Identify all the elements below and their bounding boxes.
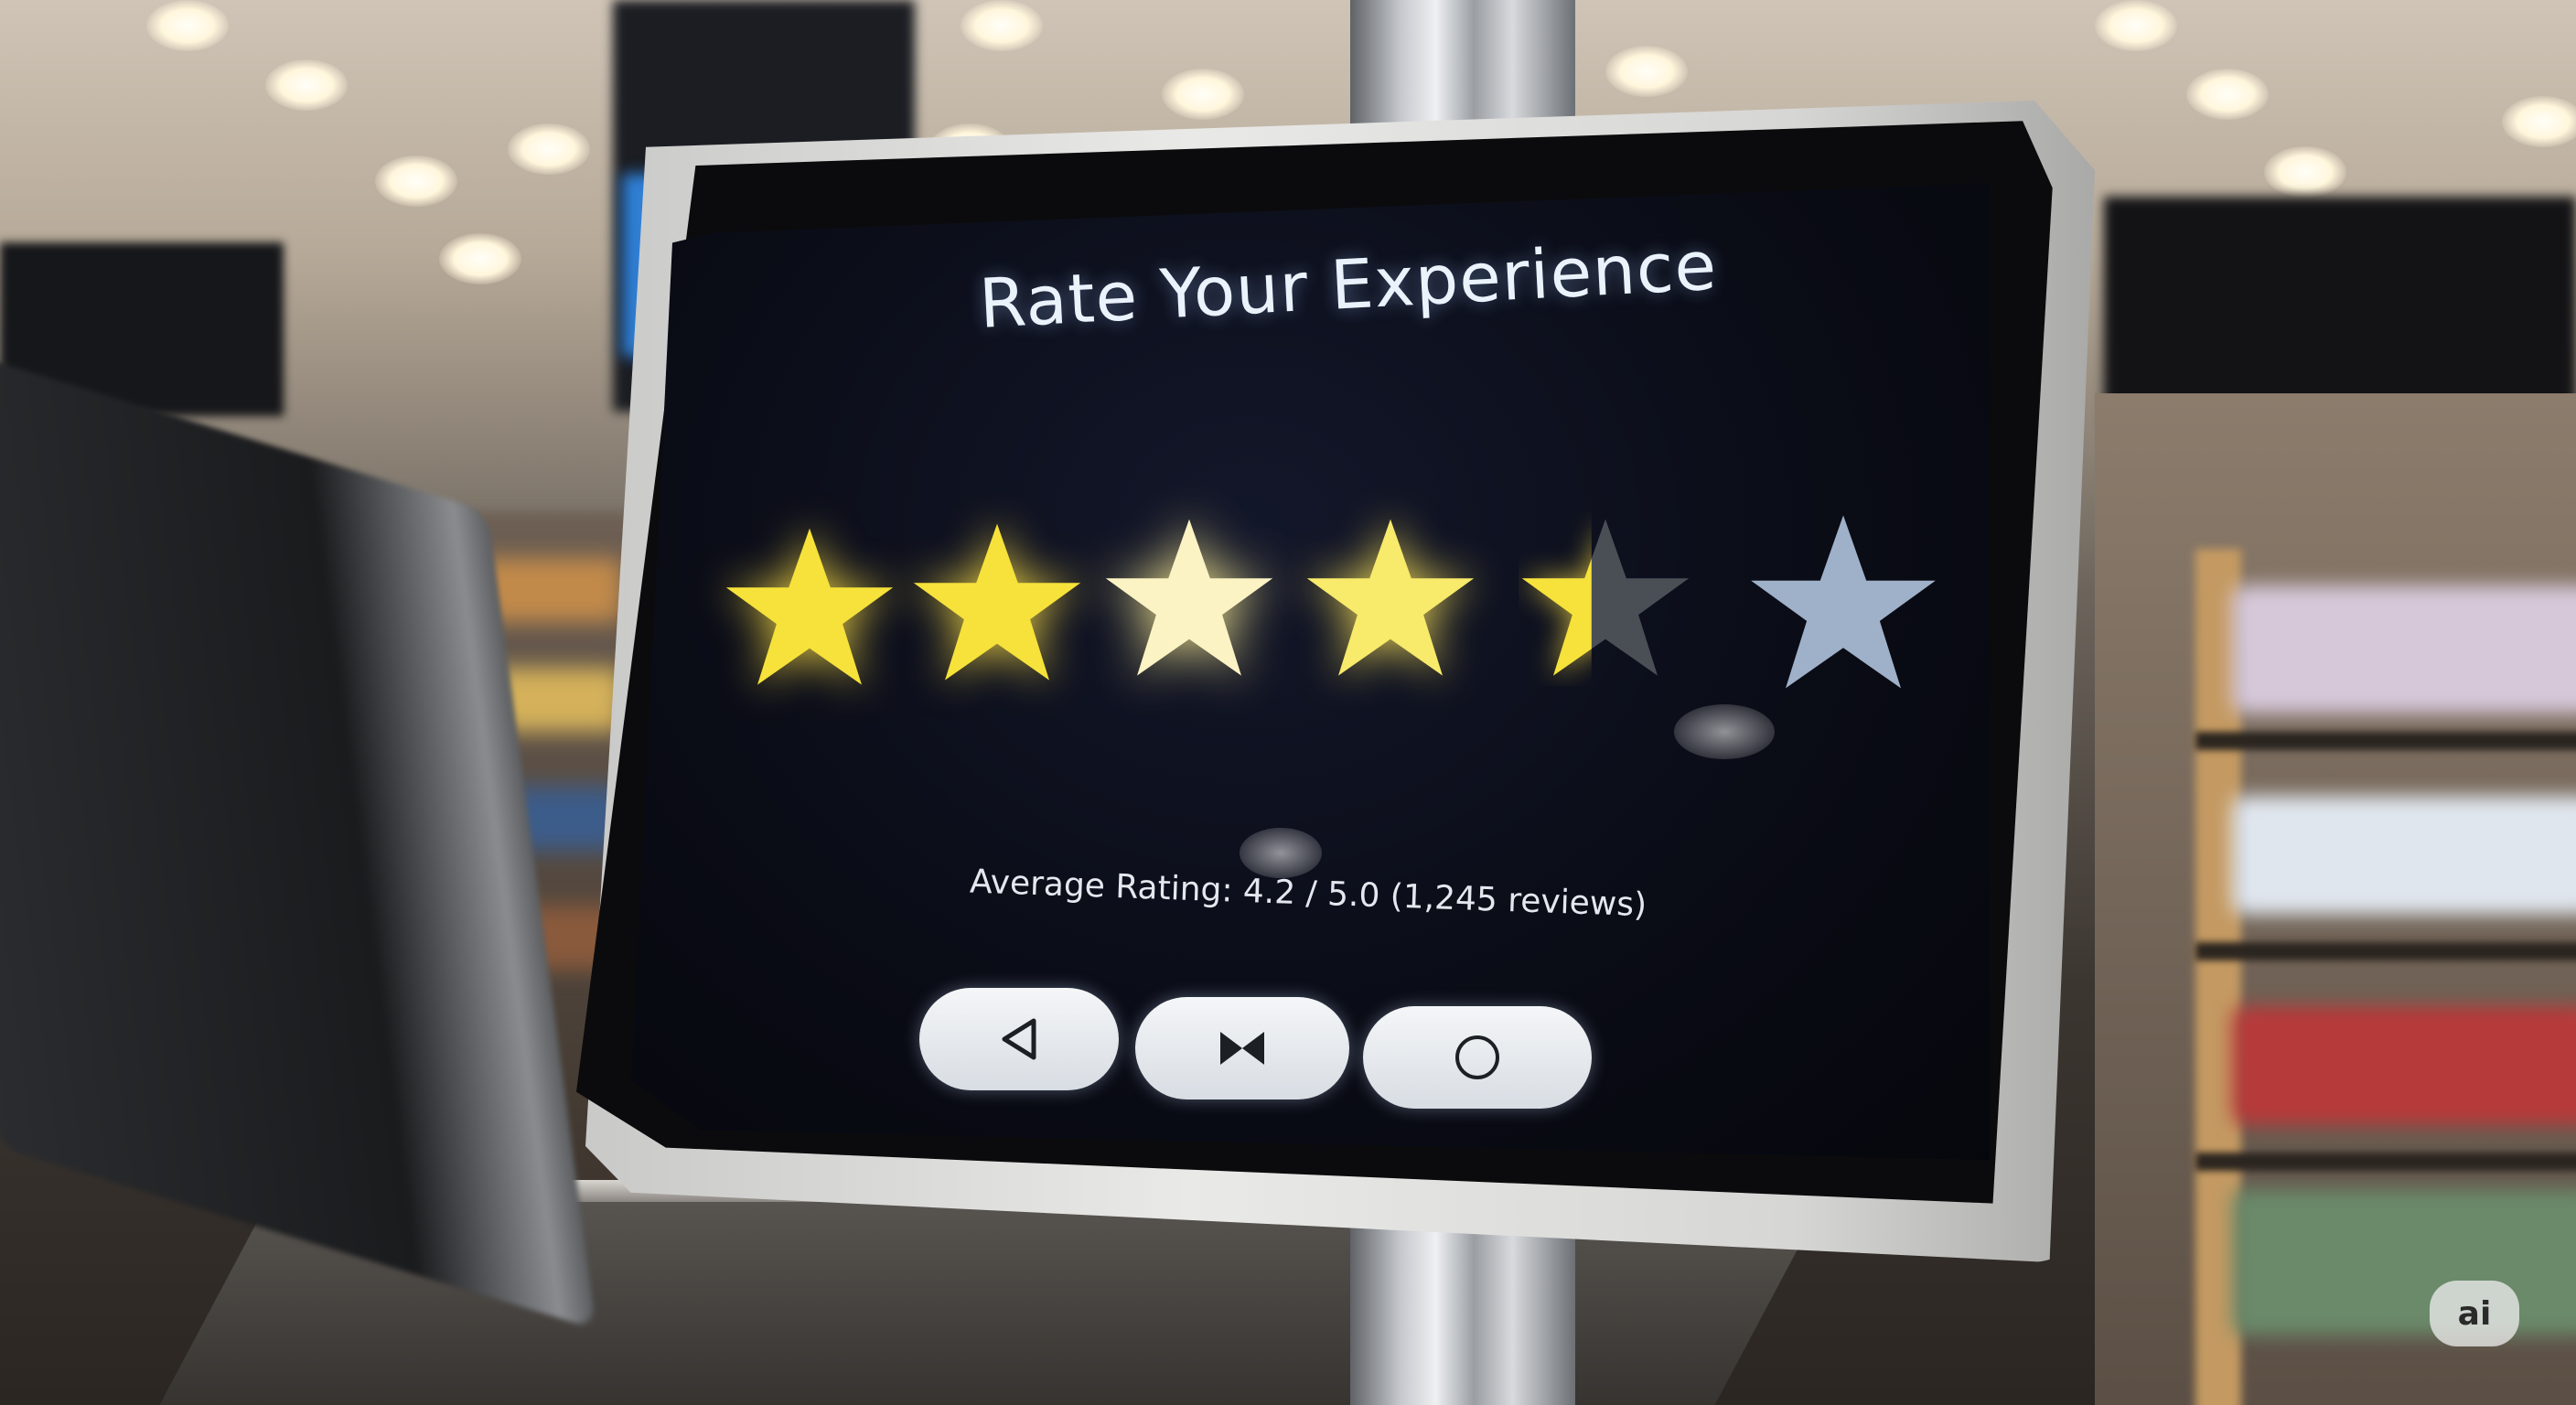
ceiling-light [1162, 69, 1244, 120]
star-filled-icon [1105, 519, 1273, 676]
home-button[interactable] [1363, 1006, 1592, 1109]
ai-watermark: ai [2430, 1281, 2519, 1346]
ceiling-light [508, 123, 590, 175]
ceiling-light [146, 0, 229, 51]
back-triangle-icon [1002, 1018, 1036, 1060]
ceiling-light [961, 0, 1043, 51]
ceiling-light [2186, 69, 2269, 120]
star-rating[interactable] [723, 512, 1939, 723]
star-partial-icon [1521, 519, 1690, 676]
ai-watermark-label: ai [2457, 1294, 2492, 1333]
shelf-products [2232, 1006, 2576, 1125]
back-button[interactable] [919, 988, 1119, 1090]
screen-glare [1240, 828, 1322, 878]
star-2[interactable] [910, 517, 1084, 691]
star-filled-icon [913, 523, 1081, 681]
ceiling-light [265, 59, 348, 111]
star-4[interactable] [1304, 512, 1477, 686]
star-empty-icon [1751, 515, 1936, 689]
star-5[interactable] [1519, 512, 1692, 686]
pos-monitor [0, 329, 596, 1330]
navigation-bar [919, 979, 1615, 1125]
shelf-rail [2195, 942, 2576, 960]
ceiling-light [2502, 96, 2576, 147]
store-sign [2104, 197, 2576, 425]
screen-glare [1674, 704, 1775, 759]
circle-home-icon [1455, 1035, 1499, 1079]
ceiling-light [2264, 146, 2346, 198]
shelf-products [2232, 796, 2576, 915]
ceiling-light [375, 156, 457, 207]
star-filled-icon [1306, 519, 1475, 676]
star-filled-icon [725, 528, 894, 685]
star-3[interactable] [1102, 512, 1276, 686]
shelf-products [2232, 1189, 2576, 1335]
ceiling-light [439, 233, 521, 284]
star-6[interactable] [1747, 508, 1939, 700]
shelf-products [2232, 585, 2576, 713]
shelf-rail [2195, 732, 2576, 750]
shelf-rail [2195, 1153, 2576, 1171]
bowtie-icon [1220, 1032, 1264, 1065]
ceiling-light [1605, 46, 1688, 97]
star-1[interactable] [723, 521, 896, 695]
recents-button[interactable] [1135, 997, 1349, 1099]
ceiling-light [2095, 0, 2177, 51]
